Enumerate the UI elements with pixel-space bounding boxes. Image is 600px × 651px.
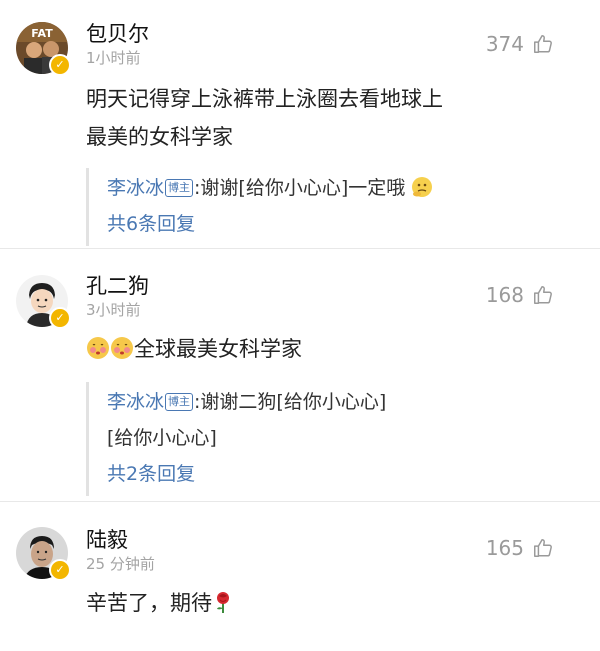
- reply-line: 李冰冰 博主:谢谢[给你小心心]一定哦: [107, 170, 560, 206]
- comment-text: 明天记得穿上泳裤带上泳圈去看地球上 最美的女科学家: [86, 80, 560, 156]
- comment-text: 辛苦了，期待: [86, 584, 560, 622]
- blogger-badge: 博主: [165, 393, 194, 411]
- comment-text: 全球最美女科学家: [86, 330, 560, 368]
- verified-badge-icon: ✓: [49, 559, 71, 581]
- comment-text-line: 明天记得穿上泳裤带上泳圈去看地球上: [86, 87, 443, 111]
- comment-text-line: 辛苦了，期待: [86, 591, 212, 615]
- reply-text: :谢谢二狗[给你小心心]: [194, 391, 387, 413]
- thumbs-up-icon: [534, 539, 552, 557]
- comment-item: FAT ✓ 包贝尔 1小时前 374 明天记得穿上泳裤带上泳圈去看地球上 最美的…: [0, 0, 600, 249]
- comment-text-line: 最美的女科学家: [86, 125, 233, 149]
- view-replies-link[interactable]: 共6条回复: [107, 206, 560, 242]
- verified-badge-icon: ✓: [49, 54, 71, 76]
- reply-author[interactable]: 李冰冰: [107, 177, 164, 199]
- thumbs-up-icon: [534, 286, 552, 304]
- blushing-emoji-icon: [87, 337, 109, 359]
- avatar-logo-text: FAT: [31, 27, 53, 40]
- like-count: 374: [485, 32, 524, 56]
- reply-line: 李冰冰 博主:谢谢二狗[给你小心心]: [107, 384, 560, 420]
- reply-text-continued: [给你小心心]: [107, 427, 217, 449]
- blushing-emoji-icon: [111, 337, 133, 359]
- comment-item: ✓ 孔二狗 3小时前 168 全球最美女科学家 李冰冰 博主:谢谢二狗[给你小心心…: [0, 249, 600, 502]
- reply-preview[interactable]: 李冰冰 博主:谢谢[给你小心心]一定哦 共6条回复: [86, 168, 560, 246]
- rose-emoji-icon: [217, 592, 229, 613]
- reply-preview[interactable]: 李冰冰 博主:谢谢二狗[给你小心心] [给你小心心] 共2条回复: [86, 382, 560, 496]
- reply-text: :谢谢[给你小心心]一定哦: [194, 177, 406, 199]
- like-count: 168: [485, 283, 524, 307]
- thinking-emoji-icon: [412, 177, 433, 197]
- like-count: 165: [485, 536, 524, 560]
- view-replies-link[interactable]: 共2条回复: [107, 456, 560, 492]
- comment-item: ✓ 陆毅 25 分钟前 165 辛苦了，期待: [0, 502, 600, 622]
- like-button[interactable]: 168: [486, 283, 554, 307]
- reply-author[interactable]: 李冰冰: [107, 391, 164, 413]
- blogger-badge: 博主: [165, 179, 194, 197]
- avatar[interactable]: FAT ✓: [16, 22, 71, 76]
- verified-badge-icon: ✓: [49, 307, 71, 329]
- like-button[interactable]: 374: [486, 32, 554, 56]
- thumbs-up-icon: [534, 35, 552, 53]
- avatar[interactable]: ✓: [16, 275, 71, 329]
- avatar[interactable]: ✓: [16, 527, 71, 581]
- like-button[interactable]: 165: [486, 536, 554, 560]
- comment-text-line: 全球最美女科学家: [134, 337, 302, 361]
